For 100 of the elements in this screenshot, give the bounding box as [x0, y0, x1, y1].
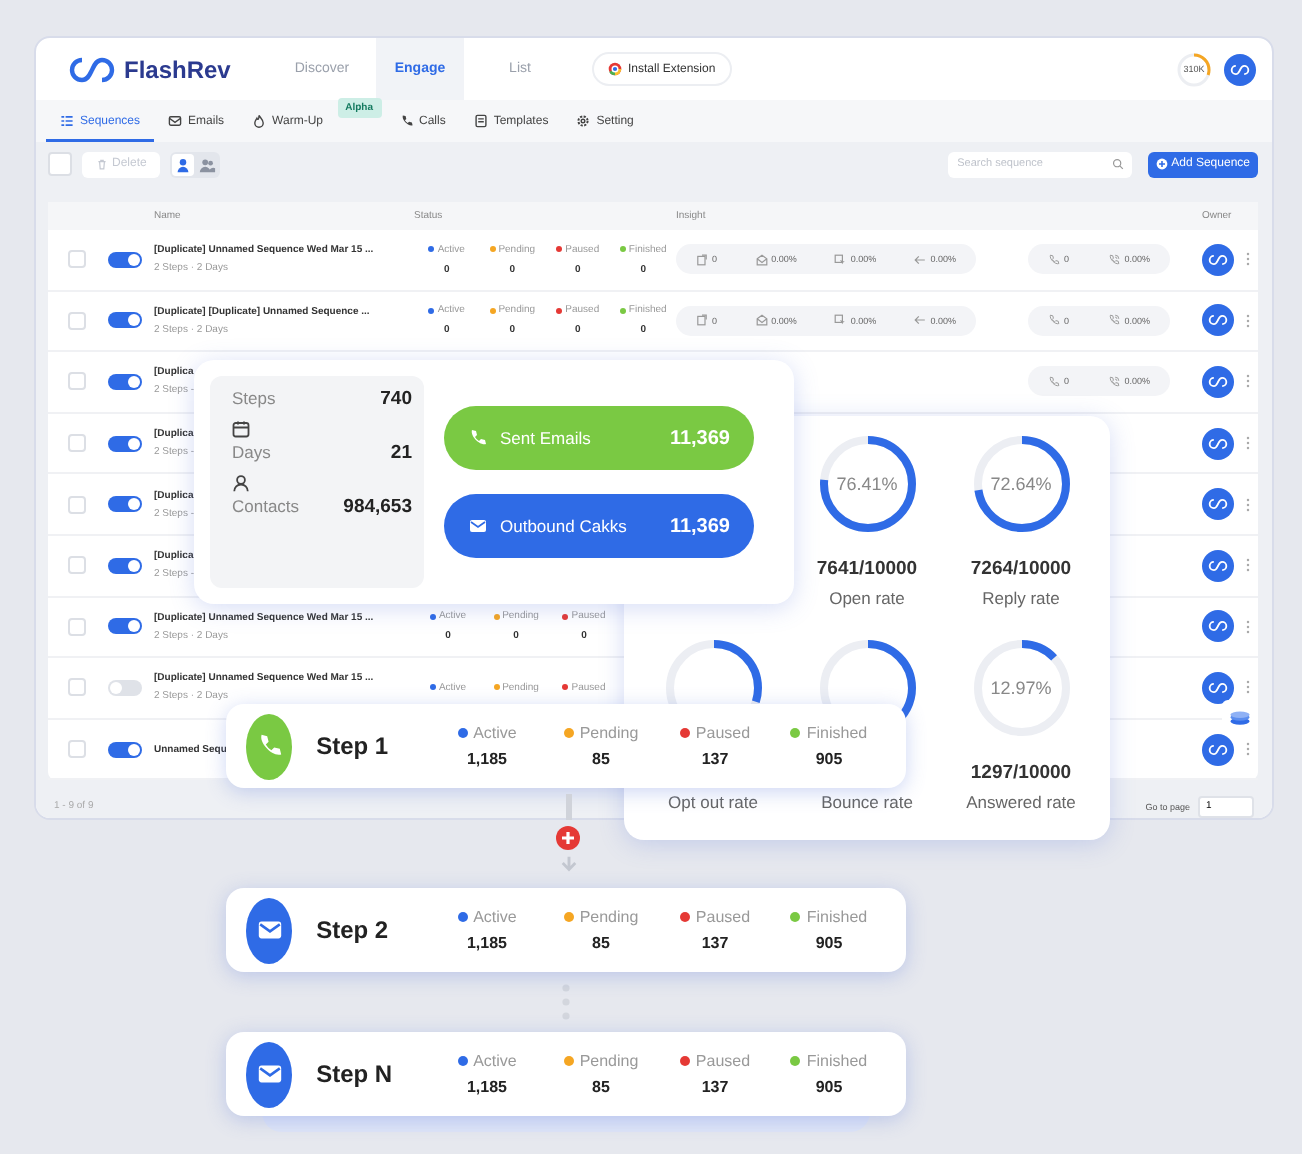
status-label: Finished: [806, 1052, 868, 1070]
status-label: Finished: [806, 724, 868, 742]
metric-value: 11,369: [669, 427, 730, 449]
reply-icon: [914, 314, 927, 327]
rate-label: Reply rate: [982, 588, 1060, 608]
cursor-icon: [834, 314, 847, 327]
template-icon: [473, 114, 488, 128]
select-all-checkbox[interactable]: [48, 152, 72, 176]
row-checkbox[interactable]: [68, 556, 86, 575]
summary-value: 740: [380, 386, 412, 414]
status-count: 137: [701, 934, 729, 952]
status-label: Active: [473, 1052, 517, 1070]
rate-label: Open rate: [829, 588, 905, 608]
status-label: Paused: [695, 908, 751, 926]
row-checkbox[interactable]: [68, 617, 86, 636]
people-icon[interactable]: [196, 153, 219, 175]
donut-ring: [815, 432, 919, 536]
summary-value: 21: [390, 440, 412, 468]
settings-icon: [576, 114, 591, 128]
logo-icon: [1208, 375, 1228, 388]
logo-text: FlashRev: [124, 55, 231, 83]
status-count: 905: [815, 934, 843, 952]
phone-waves-icon: [1108, 314, 1121, 327]
flame-icon: [252, 114, 267, 128]
row-checkbox[interactable]: [68, 372, 86, 391]
phone-waves-icon: [1108, 375, 1121, 388]
step-title: Step 1: [316, 732, 391, 760]
step-card[interactable]: Step N Active 1,185 Pending 85 Paused 137 Finished 905: [226, 1032, 906, 1116]
status-count: 905: [815, 1078, 843, 1096]
trash-icon: [96, 158, 108, 170]
plus-icon: [1155, 158, 1168, 170]
person-icon[interactable]: [172, 153, 195, 175]
row-checkbox[interactable]: [68, 434, 86, 453]
rate-percent: 76.41%: [836, 474, 898, 494]
rate-fraction: 7641/10000: [816, 558, 918, 580]
document-icon: [696, 314, 708, 327]
toggle-switch[interactable]: [108, 435, 142, 452]
mail-icon: [468, 516, 488, 536]
person-icon: [232, 474, 250, 492]
envelope-icon: [755, 314, 768, 327]
status-count: 137: [701, 750, 729, 768]
metric-value: 11,369: [669, 515, 730, 537]
reply-icon: [914, 253, 927, 266]
coins-icon: [1228, 710, 1252, 726]
logo-icon: [1208, 498, 1228, 511]
logo-icon: [1208, 437, 1228, 450]
status-label: Paused: [695, 724, 751, 742]
row-checkbox[interactable]: [68, 495, 86, 514]
phone-icon: [468, 428, 488, 448]
status-count: 85: [592, 750, 610, 768]
phone-icon: [399, 114, 413, 128]
status-label: Pending: [579, 724, 639, 742]
phone-icon: [1048, 375, 1060, 388]
toggle-switch[interactable]: [108, 373, 142, 390]
step-title: Step N: [316, 1060, 395, 1088]
summary-label: Contacts: [232, 494, 300, 520]
status-count: 1,185: [466, 750, 508, 768]
step-card[interactable]: Step 1 Active 1,185 Pending 85 Paused 137 Finished 905: [226, 704, 906, 788]
logo-icon: [1208, 559, 1228, 572]
phone-icon: [1048, 253, 1060, 266]
status-label: Paused: [695, 1052, 751, 1070]
rate-label: Answered rate: [966, 792, 1076, 812]
status-count: 905: [815, 750, 843, 768]
logo-icon: [1208, 253, 1228, 266]
calendar-icon: [232, 420, 250, 438]
row-checkbox[interactable]: [68, 311, 86, 330]
rate-fraction: 1297/10000: [970, 762, 1072, 784]
add-step-button[interactable]: [556, 826, 580, 850]
rate-percent: 12.97%: [990, 678, 1052, 698]
toggle-switch[interactable]: [108, 618, 142, 635]
cursor-icon: [834, 253, 847, 266]
status-count: 85: [592, 1078, 610, 1096]
toggle-switch[interactable]: [108, 741, 142, 758]
logo-icon: [1208, 681, 1228, 694]
toggle-switch[interactable]: [108, 496, 142, 513]
logo-icon: [1230, 63, 1250, 75]
metric-label: Sent Emails: [500, 428, 593, 448]
row-checkbox[interactable]: [68, 250, 86, 269]
rate-percent: 72.64%: [990, 474, 1052, 494]
user-avatar[interactable]: [1224, 53, 1256, 85]
step-card[interactable]: Step 2 Active 1,185 Pending 85 Paused 137 Finished 905: [226, 888, 906, 972]
status-count: 137: [701, 1078, 729, 1096]
status-label: Active: [473, 908, 517, 926]
step-title: Step 2: [316, 916, 391, 944]
toggle-switch[interactable]: [108, 679, 142, 696]
row-checkbox[interactable]: [68, 678, 86, 697]
rate-label: Bounce rate: [821, 792, 913, 812]
list-icon: [60, 114, 74, 128]
toggle-switch[interactable]: [108, 312, 142, 329]
browser-icon: [608, 62, 622, 76]
status-label: Pending: [579, 908, 639, 926]
toggle-switch[interactable]: [108, 251, 142, 268]
phone-icon: [1048, 314, 1060, 327]
document-icon: [696, 253, 708, 266]
metric-label: Outbound Cakks: [500, 516, 629, 536]
row-checkbox[interactable]: [68, 740, 86, 759]
search-icon: [1111, 158, 1124, 170]
envelope-icon: [755, 253, 768, 266]
toggle-switch[interactable]: [108, 557, 142, 574]
arrow-down-icon: [559, 856, 577, 872]
